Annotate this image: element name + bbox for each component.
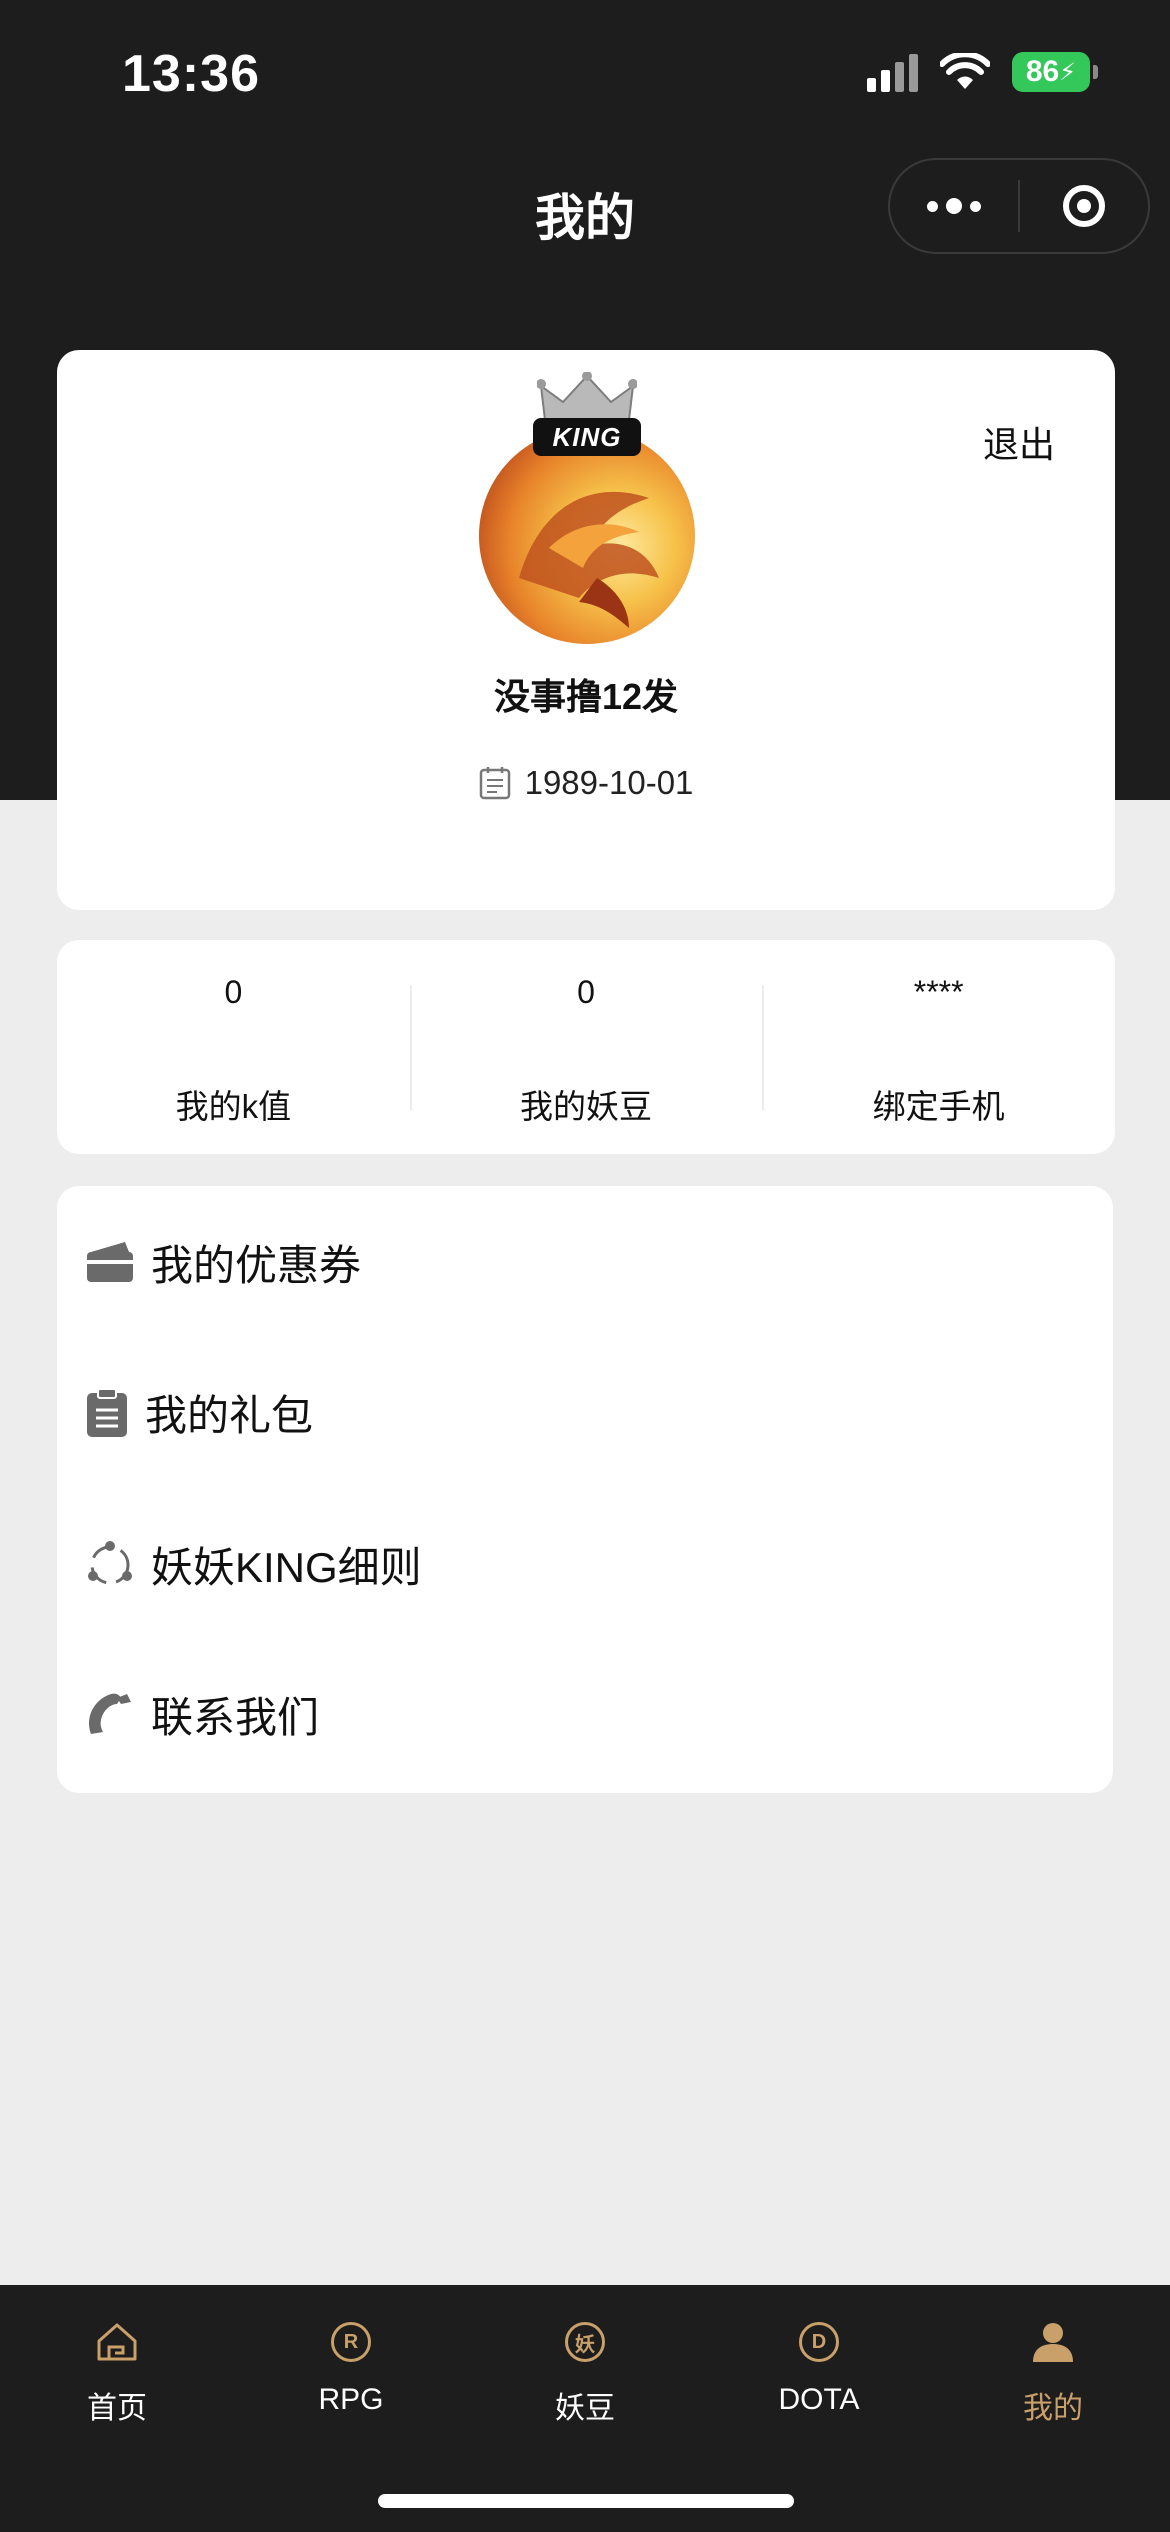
clipboard-icon xyxy=(87,1387,127,1437)
share-icon xyxy=(88,1540,132,1584)
avatar[interactable] xyxy=(479,428,695,644)
stat-bind-phone[interactable]: **** 绑定手机 xyxy=(762,940,1115,1154)
yaodou-icon: 妖 xyxy=(560,2317,610,2367)
rpg-icon: R xyxy=(326,2317,376,2367)
phone-icon xyxy=(89,1693,131,1734)
menu-item-label: 联系我们 xyxy=(151,1694,320,1741)
status-time: 13:36 xyxy=(122,45,260,103)
tab-label: 我的 xyxy=(1023,2392,1083,2425)
crown-icon xyxy=(537,372,637,421)
calendar-icon xyxy=(479,767,510,800)
more-button[interactable] xyxy=(890,160,1018,252)
menu-item-label: 我的优惠券 xyxy=(151,1242,362,1289)
stat-value: **** xyxy=(913,974,964,1010)
avatar-group: KING xyxy=(477,372,697,644)
phoenix-avatar-icon xyxy=(519,491,659,628)
stat-label: 我的k值 xyxy=(175,1088,292,1125)
mini-program-capsule xyxy=(888,158,1150,254)
dota-icon: D xyxy=(794,2317,844,2367)
birthday-row: 1989-10-01 xyxy=(57,764,1115,802)
menu-card: 我的优惠券 我的礼包 妖妖KING细则 联系我们 xyxy=(57,1186,1113,1793)
battery-level: 86 xyxy=(1025,55,1060,88)
stat-k-value[interactable]: 0 我的k值 xyxy=(57,940,410,1154)
stat-value: 0 xyxy=(224,974,243,1010)
tab-home[interactable]: 首页 xyxy=(0,2285,234,2532)
tab-label: RPG xyxy=(318,2383,384,2416)
menu-item-gift-pack[interactable]: 我的礼包 xyxy=(85,1382,313,1443)
battery-icon: 86 ⚡ xyxy=(1012,52,1098,92)
tab-label: DOTA xyxy=(778,2383,860,2416)
menu-item-label: 妖妖KING细则 xyxy=(151,1544,422,1591)
stats-card: 0 我的k值 0 我的妖豆 **** 绑定手机 xyxy=(57,940,1115,1154)
menu-item-coupons[interactable]: 我的优惠券 xyxy=(85,1232,361,1293)
signal-icon xyxy=(867,52,918,92)
wifi-icon xyxy=(940,53,990,89)
home-indicator xyxy=(378,2494,794,2508)
tab-label: 首页 xyxy=(87,2392,147,2425)
username: 没事撸12发 xyxy=(493,676,679,717)
menu-item-label: 我的礼包 xyxy=(145,1392,314,1439)
menu-item-contact-us[interactable]: 联系我们 xyxy=(85,1684,319,1745)
wallet-icon xyxy=(87,1241,133,1282)
status-icons: 86 ⚡ xyxy=(867,52,1098,92)
stat-label: 我的妖豆 xyxy=(520,1088,652,1125)
tab-mine[interactable]: 我的 xyxy=(936,2285,1170,2532)
more-dots-icon xyxy=(927,198,981,214)
birthday-text: 1989-10-01 xyxy=(524,764,694,801)
home-icon xyxy=(92,2317,142,2367)
logout-button[interactable]: 退出 xyxy=(983,416,1055,468)
target-icon xyxy=(1063,185,1105,227)
user-icon xyxy=(1028,2317,1078,2367)
close-mini-program-button[interactable] xyxy=(1020,160,1148,252)
king-badge: KING xyxy=(533,418,641,456)
tab-label: 妖豆 xyxy=(555,2392,615,2425)
stat-label: 绑定手机 xyxy=(872,1088,1005,1125)
profile-card: 退出 KING 没事撸12发 1989-10-01 xyxy=(57,350,1115,910)
menu-item-king-rules[interactable]: 妖妖KING细则 xyxy=(85,1534,422,1595)
stat-value: 0 xyxy=(577,974,595,1010)
stat-yaodou[interactable]: 0 我的妖豆 xyxy=(409,940,763,1154)
